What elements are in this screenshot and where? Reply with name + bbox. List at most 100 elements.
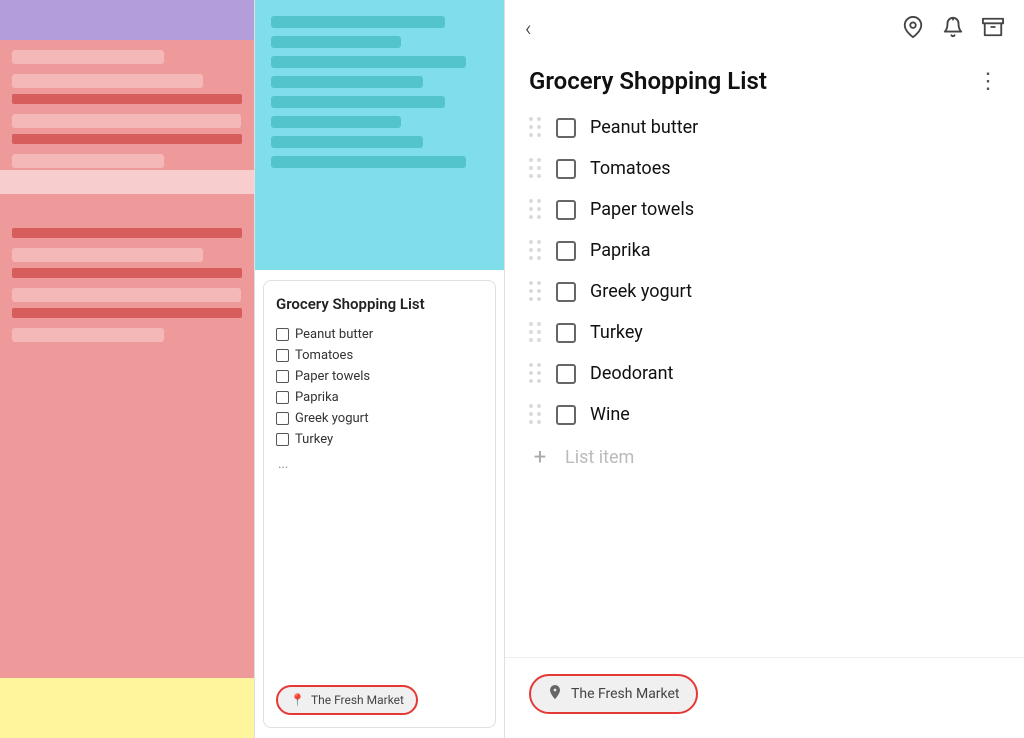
right-footer: The Fresh Market: [505, 657, 1024, 738]
item-label: Paper towels: [295, 369, 370, 384]
back-button[interactable]: ‹: [525, 17, 532, 42]
drag-handle[interactable]: [529, 404, 542, 425]
item-label: Tomatoes: [295, 348, 353, 363]
middle-location-badge[interactable]: 📍 The Fresh Market: [276, 685, 418, 715]
left-panel: [0, 0, 255, 738]
add-icon: +: [529, 445, 551, 470]
item-label: Peanut butter: [295, 327, 373, 342]
pin-icon: [547, 684, 563, 704]
blur-line: [12, 288, 241, 302]
middle-panel: Grocery Shopping List Peanut butter Toma…: [255, 0, 505, 738]
item-label: Deodorant: [590, 363, 1000, 384]
item-label: Paper towels: [590, 199, 1000, 220]
right-location-label: The Fresh Market: [571, 686, 680, 702]
item-label: Greek yogurt: [295, 411, 369, 426]
right-header: ‹: [505, 0, 1024, 51]
list-item[interactable]: Tomatoes: [276, 348, 483, 363]
drag-handle[interactable]: [529, 322, 542, 343]
left-card-red-1: [0, 40, 254, 359]
item-label: Greek yogurt: [590, 281, 1000, 302]
right-title-row: Grocery Shopping List ⋮: [505, 51, 1024, 103]
blur-line: [12, 114, 241, 128]
checkbox[interactable]: [276, 433, 289, 446]
drag-handle[interactable]: [529, 158, 542, 179]
checkbox[interactable]: [556, 282, 576, 302]
blur-line: [12, 328, 164, 342]
left-card-red-bottom: [0, 359, 254, 678]
checkbox[interactable]: [276, 370, 289, 383]
middle-grocery-title: Grocery Shopping List: [276, 295, 483, 315]
middle-location-label: The Fresh Market: [311, 693, 404, 707]
right-list: Peanut butter Tomatoes Paper towels: [505, 103, 1024, 657]
list-item[interactable]: Peanut butter: [505, 107, 1024, 148]
item-label: Turkey: [590, 322, 1000, 343]
archive-icon[interactable]: [982, 16, 1004, 43]
reminder-icon[interactable]: [942, 16, 964, 43]
teal-blur-line: [271, 56, 466, 68]
pin-icon: 📍: [290, 693, 305, 707]
right-title: Grocery Shopping List: [529, 67, 767, 95]
checkbox[interactable]: [276, 412, 289, 425]
drag-handle[interactable]: [529, 281, 542, 302]
list-item[interactable]: Tomatoes: [505, 148, 1024, 189]
pin-icon[interactable]: [902, 16, 924, 43]
blur-line: [12, 248, 203, 262]
right-panel: ‹ Grocery Shopping: [505, 0, 1024, 738]
checkbox[interactable]: [556, 364, 576, 384]
drag-handle[interactable]: [529, 363, 542, 384]
teal-blur-line: [271, 136, 423, 148]
right-location-badge[interactable]: The Fresh Market: [529, 674, 698, 714]
list-item[interactable]: Paprika: [276, 390, 483, 405]
left-card-yellow: [0, 678, 254, 738]
teal-blur-line: [271, 116, 401, 128]
blur-line: [12, 74, 203, 88]
teal-blur-line: [271, 156, 466, 168]
middle-grocery-card: Grocery Shopping List Peanut butter Toma…: [263, 280, 496, 728]
item-label: Tomatoes: [590, 158, 1000, 179]
drag-handle[interactable]: [529, 240, 542, 261]
item-label: Paprika: [590, 240, 1000, 261]
middle-card-teal: [255, 0, 504, 270]
blur-line: [12, 154, 164, 168]
list-item[interactable]: Turkey: [276, 432, 483, 447]
checkbox[interactable]: [276, 391, 289, 404]
checkbox[interactable]: [556, 405, 576, 425]
checkbox[interactable]: [556, 200, 576, 220]
more-options-button[interactable]: ⋮: [977, 69, 1000, 94]
list-item[interactable]: Wine: [505, 394, 1024, 435]
add-item-row[interactable]: + List item: [505, 435, 1024, 480]
blur-block: [12, 308, 242, 318]
list-item[interactable]: Paprika: [505, 230, 1024, 271]
blur-block: [12, 268, 242, 278]
checkbox[interactable]: [276, 349, 289, 362]
checkbox[interactable]: [276, 328, 289, 341]
list-item[interactable]: Deodorant: [505, 353, 1024, 394]
add-item-placeholder: List item: [565, 447, 634, 468]
checkbox[interactable]: [556, 159, 576, 179]
teal-blur-line: [271, 16, 445, 28]
list-item[interactable]: Paper towels: [276, 369, 483, 384]
blur-block: [12, 134, 242, 144]
blur-block: [12, 228, 242, 238]
item-label: Turkey: [295, 432, 333, 447]
highlight-strip: [0, 170, 254, 194]
item-label: Wine: [590, 404, 1000, 425]
list-item[interactable]: Greek yogurt: [276, 411, 483, 426]
ellipsis: ...: [278, 457, 483, 472]
list-item[interactable]: Peanut butter: [276, 327, 483, 342]
list-item[interactable]: Turkey: [505, 312, 1024, 353]
teal-blur-line: [271, 96, 445, 108]
left-card-purple: [0, 0, 254, 40]
item-label: Paprika: [295, 390, 339, 405]
blur-block: [12, 94, 242, 104]
header-icons: [902, 16, 1004, 43]
drag-handle[interactable]: [529, 117, 542, 138]
list-item[interactable]: Paper towels: [505, 189, 1024, 230]
checkbox[interactable]: [556, 118, 576, 138]
drag-handle[interactable]: [529, 199, 542, 220]
checkbox[interactable]: [556, 241, 576, 261]
item-label: Peanut butter: [590, 117, 1000, 138]
checkbox[interactable]: [556, 323, 576, 343]
blur-line: [12, 50, 164, 64]
list-item[interactable]: Greek yogurt: [505, 271, 1024, 312]
